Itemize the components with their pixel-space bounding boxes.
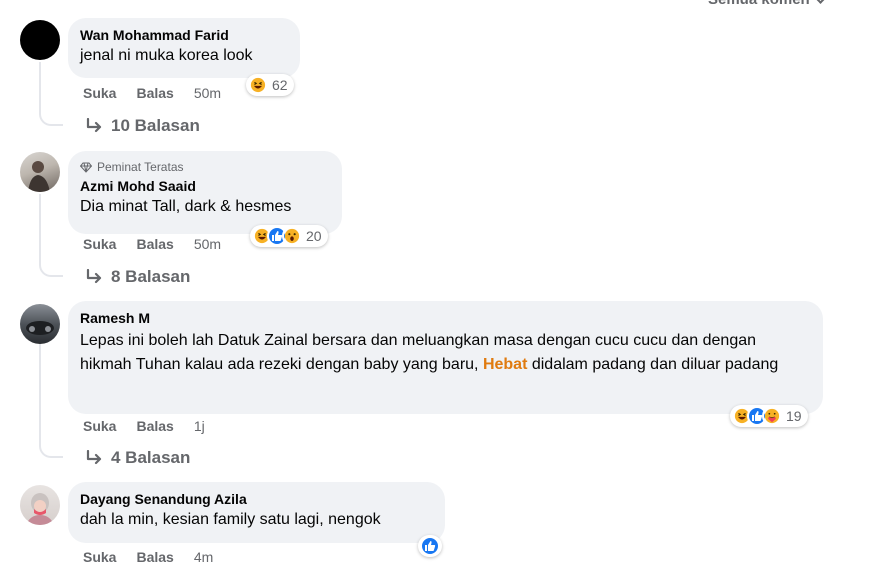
- reply-arrow-icon: [86, 450, 102, 465]
- reply-arrow-icon: [86, 118, 102, 133]
- comment-actions: Suka Balas 50m: [83, 236, 221, 252]
- comment-actions: Suka Balas 4m: [83, 549, 213, 565]
- like-button[interactable]: Suka: [83, 549, 116, 565]
- like-button[interactable]: Suka: [83, 418, 116, 434]
- reaction-count: 62: [272, 77, 288, 93]
- haha-reaction-icon: [248, 75, 268, 95]
- reply-button[interactable]: Balas: [136, 236, 173, 252]
- comment-text: Dia minat Tall, dark & hesmes: [80, 198, 292, 215]
- view-replies-link[interactable]: 4 Balasan: [85, 448, 190, 468]
- comment-actions: Suka Balas 1j: [83, 418, 205, 434]
- comment-bubble: Ramesh M Lepas ini boleh lah Datuk Zaina…: [68, 301, 823, 414]
- top-fan-badge[interactable]: Peminat Teratas: [80, 159, 330, 175]
- comment-text: jenal ni muka korea look: [80, 47, 253, 64]
- comment-bubble: Peminat Teratas Azmi Mohd Saaid Dia mina…: [68, 151, 342, 234]
- thread-curve: [39, 440, 63, 458]
- comment-text: dah la min, kesian family satu lagi, nen…: [80, 511, 381, 528]
- reaction-summary[interactable]: 19: [730, 405, 808, 427]
- comment-author[interactable]: Azmi Mohd Saaid: [80, 177, 330, 195]
- reaction-count: 19: [786, 408, 802, 424]
- reply-arrow-icon: [86, 269, 102, 284]
- comment-author[interactable]: Ramesh M: [80, 309, 811, 327]
- sort-label: Semua komen: [708, 0, 810, 8]
- reaction-summary[interactable]: 62: [246, 74, 294, 96]
- thread-curve: [39, 108, 63, 126]
- comment-text-part: didalam padang dan diluar padang: [527, 356, 779, 373]
- like-reaction-icon: [420, 536, 440, 556]
- badge-label: Peminat Teratas: [97, 160, 184, 174]
- comment-time[interactable]: 4m: [194, 549, 213, 565]
- comment-actions: Suka Balas 50m: [83, 85, 221, 101]
- reaction-summary[interactable]: 20: [250, 225, 328, 247]
- like-button[interactable]: Suka: [83, 85, 116, 101]
- comment-time[interactable]: 50m: [194, 236, 221, 252]
- reaction-summary[interactable]: [418, 535, 442, 557]
- view-replies-link[interactable]: 10 Balasan: [85, 116, 200, 136]
- comment-author[interactable]: Wan Mohammad Farid: [80, 26, 288, 44]
- thread-curve: [39, 259, 63, 277]
- avatar[interactable]: [20, 152, 60, 192]
- highlighted-word: Hebat: [482, 356, 528, 373]
- comment-bubble: Wan Mohammad Farid jenal ni muka korea l…: [68, 18, 300, 78]
- reply-button[interactable]: Balas: [136, 549, 173, 565]
- chevron-down-icon: [813, 0, 827, 4]
- comment-time[interactable]: 1j: [194, 418, 205, 434]
- wow-reaction-icon: [282, 226, 302, 246]
- thread-line: [39, 194, 41, 264]
- care-reaction-icon: [762, 406, 782, 426]
- reply-button[interactable]: Balas: [136, 418, 173, 434]
- like-button[interactable]: Suka: [83, 236, 116, 252]
- replies-count: 10 Balasan: [111, 116, 200, 135]
- avatar[interactable]: [20, 304, 60, 344]
- view-replies-link[interactable]: 8 Balasan: [85, 267, 190, 287]
- comment-bubble: Dayang Senandung Azila dah la min, kesia…: [68, 482, 445, 543]
- comment-time[interactable]: 50m: [194, 85, 221, 101]
- reply-button[interactable]: Balas: [136, 85, 173, 101]
- sort-comments-dropdown[interactable]: Semua komen: [708, 0, 827, 8]
- replies-count: 4 Balasan: [111, 448, 191, 467]
- comment-text: Lepas ini boleh lah Datuk Zainal bersara…: [80, 329, 811, 377]
- thread-line: [39, 62, 41, 112]
- avatar[interactable]: [20, 20, 60, 60]
- comment-author[interactable]: Dayang Senandung Azila: [80, 490, 433, 508]
- diamond-icon: [80, 162, 92, 173]
- replies-count: 8 Balasan: [111, 267, 191, 286]
- avatar[interactable]: [20, 485, 60, 525]
- reaction-count: 20: [306, 228, 322, 244]
- thread-line: [39, 344, 41, 445]
